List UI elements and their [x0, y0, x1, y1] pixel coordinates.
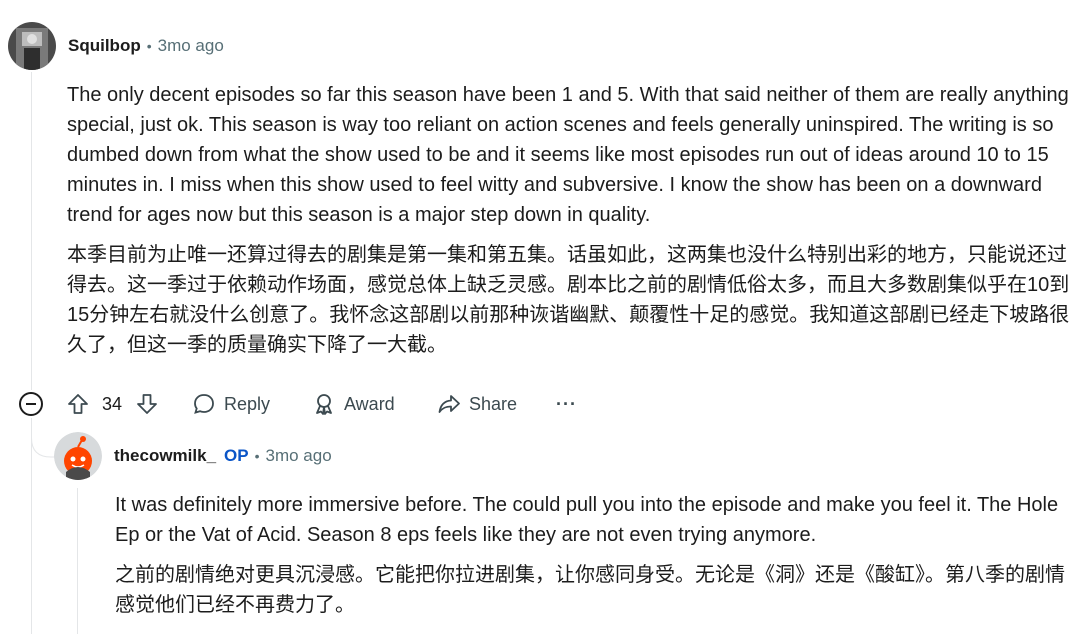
downvote-button[interactable] [135, 384, 159, 424]
minus-icon [26, 403, 36, 405]
reply-header: thecowmilk_ OP • 3mo ago [54, 432, 332, 480]
comment-time[interactable]: 3mo ago [158, 36, 224, 56]
comment-paragraph: The only decent episodes so far this sea… [67, 84, 1069, 226]
award-icon [316, 394, 332, 415]
collapse-thread-button[interactable] [19, 392, 43, 416]
reply-author[interactable]: thecowmilk_ [114, 446, 216, 466]
reply-icon [194, 394, 214, 414]
share-icon [438, 395, 460, 413]
reply-paragraph: 之前的剧情绝对更具沉浸感。它能把你拉进剧集，让你感同身受。无论是《洞》还是《酸缸… [115, 564, 1065, 616]
comment-author[interactable]: Squilbop [68, 36, 141, 56]
reply-time[interactable]: 3mo ago [266, 446, 332, 466]
vote-count: 34 [102, 393, 123, 414]
award-label: Award [344, 393, 395, 414]
share-button[interactable]: Share [437, 384, 517, 424]
avatar[interactable] [8, 22, 56, 70]
thread-line [77, 488, 78, 634]
award-button[interactable]: Award [312, 384, 395, 424]
separator-dot: • [146, 38, 152, 54]
reply-body: It was definitely more immersive before.… [115, 490, 1070, 630]
comment-action-bar: 34 Reply Award Share ··· [0, 384, 600, 424]
comment-paragraph: 本季目前为止唯一还算过得去的剧集是第一集和第五集。话虽如此，这两集也没什么特别出… [67, 244, 1070, 356]
separator-dot: • [254, 448, 260, 464]
thread-line [31, 72, 32, 390]
comment-body: The only decent episodes so far this sea… [67, 80, 1072, 370]
reply-label: Reply [224, 393, 271, 414]
more-options-button[interactable]: ··· [556, 384, 577, 424]
reply-button[interactable]: Reply [192, 384, 270, 424]
downvote-icon [137, 394, 157, 414]
reply-paragraph: It was definitely more immersive before.… [115, 494, 1059, 546]
share-label: Share [469, 393, 518, 414]
reply-avatar[interactable] [54, 432, 102, 480]
op-badge: OP [224, 446, 249, 465]
upvote-button[interactable] [66, 384, 90, 424]
upvote-icon [68, 394, 88, 414]
comment-header: Squilbop • 3mo ago [8, 22, 224, 70]
